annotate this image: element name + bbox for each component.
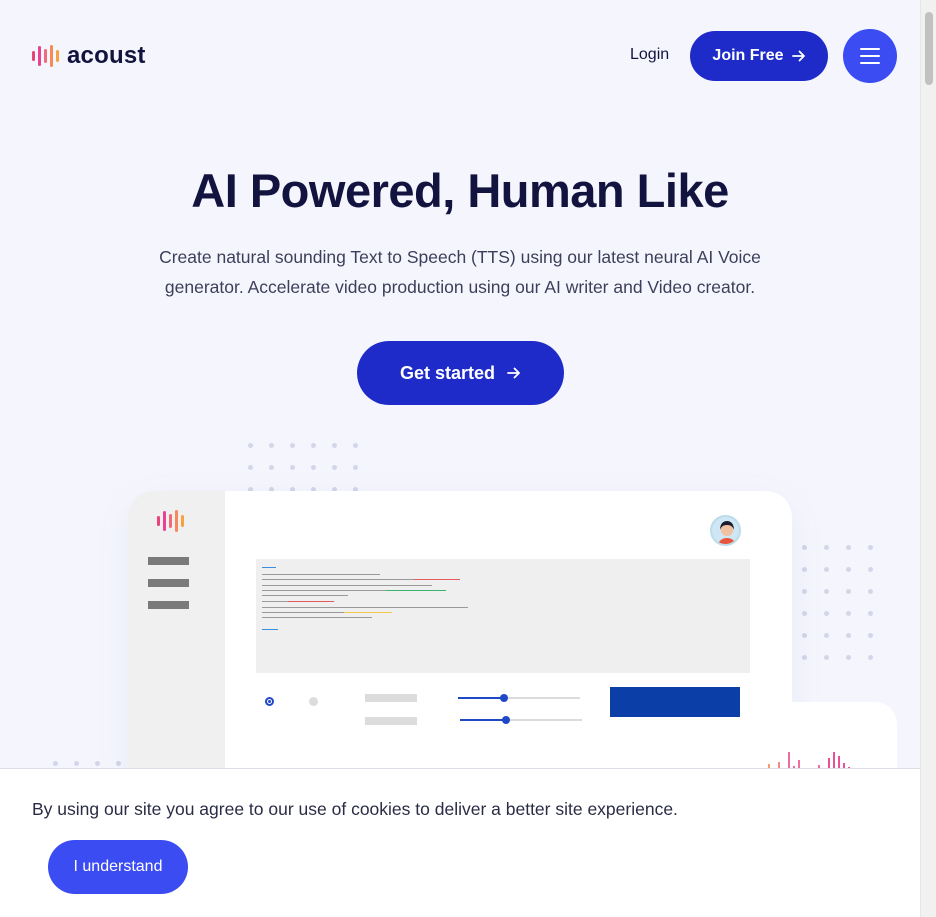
hamburger-icon: [860, 48, 880, 50]
logo-waveform-icon: [157, 509, 184, 533]
mockup-label-placeholder: [365, 717, 417, 725]
page-scrollbar[interactable]: [920, 0, 936, 917]
brand-name: acoust: [67, 42, 146, 69]
mockup-sidebar: [128, 491, 225, 791]
arrow-right-icon: [507, 367, 520, 379]
app-mockup-illustration: [128, 491, 792, 791]
mockup-slider: [460, 716, 582, 724]
get-started-label: Get started: [399, 362, 496, 383]
mockup-radio-selected: [265, 697, 274, 706]
menu-button[interactable]: [843, 29, 897, 83]
mockup-menu-line: [148, 557, 189, 565]
hero-title: AI Powered, Human Like: [191, 164, 729, 217]
dot-pattern-left: [53, 761, 121, 766]
dot-pattern-top: [248, 443, 358, 492]
get-started-button[interactable]: Get started: [357, 341, 564, 405]
mockup-slider: [458, 694, 580, 702]
mockup-menu-line: [148, 579, 189, 587]
logo-waveform-icon: [32, 44, 59, 68]
join-free-label: Join Free: [712, 47, 784, 64]
mockup-menu-line: [148, 601, 189, 609]
user-avatar-icon: [710, 515, 741, 546]
mockup-ssml-editor: [256, 559, 750, 673]
mockup-radio: [309, 697, 318, 706]
login-link[interactable]: Login: [630, 46, 669, 64]
cookie-accept-button[interactable]: I understand: [48, 840, 188, 894]
scrollbar-thumb[interactable]: [925, 12, 933, 85]
arrow-right-icon: [791, 50, 805, 62]
brand-logo[interactable]: acoust: [32, 42, 146, 70]
join-free-button[interactable]: Join Free: [690, 31, 828, 81]
cookie-banner: By using our site you agree to our use o…: [0, 768, 920, 917]
cookie-message: By using our site you agree to our use o…: [32, 799, 678, 819]
mockup-label-placeholder: [365, 694, 417, 702]
dot-pattern-right: [802, 545, 873, 660]
hero-subtitle: Create natural sounding Text to Speech (…: [159, 247, 761, 297]
mockup-action-button: [610, 687, 740, 717]
